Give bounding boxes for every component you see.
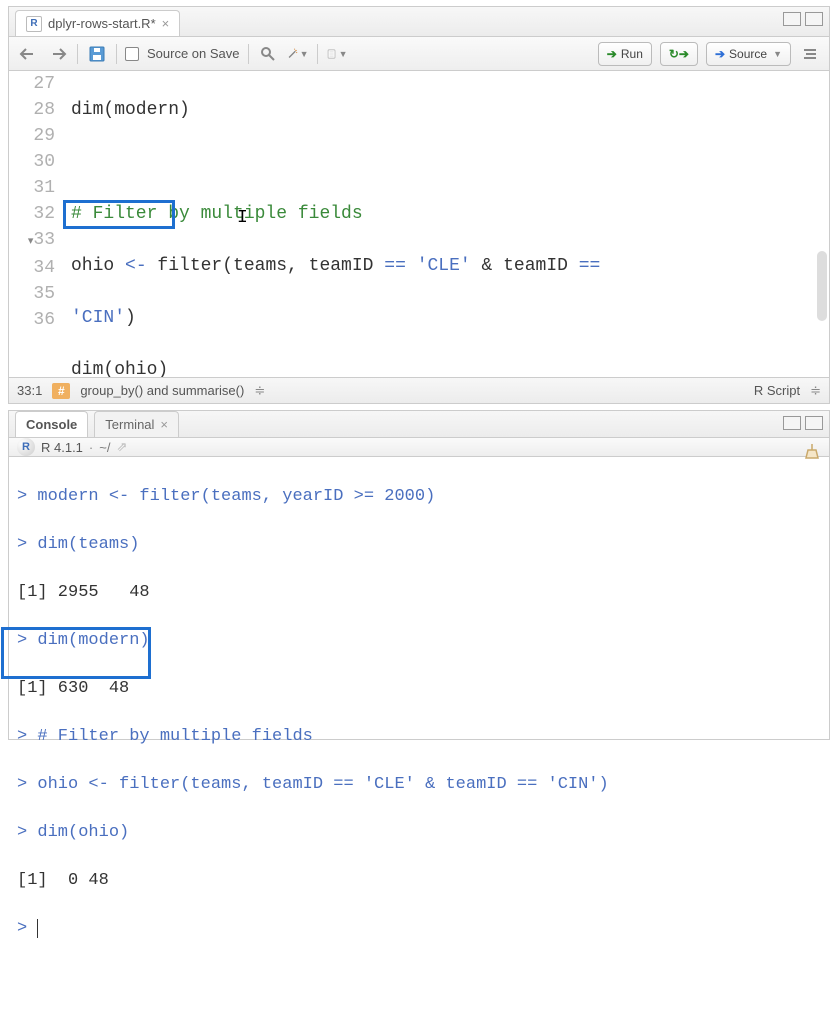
terminal-tab-label: Terminal — [105, 417, 154, 432]
terminal-tab[interactable]: Terminal × — [94, 411, 179, 437]
source-button[interactable]: ➔ Source ▼ — [706, 42, 791, 66]
share-icon[interactable]: ⇗ — [116, 439, 127, 455]
wand-icon[interactable]: ▼ — [287, 43, 309, 65]
pane-window-controls — [783, 12, 823, 26]
save-icon[interactable] — [86, 43, 108, 65]
console-info-bar: R R 4.1.1 · ~/ ⇗ — [9, 438, 829, 457]
minimize-pane-icon[interactable] — [783, 416, 801, 430]
section-badge-icon: # — [52, 383, 70, 399]
notebook-icon[interactable]: ▼ — [326, 43, 348, 65]
console-tab-bar: Console Terminal × — [9, 411, 829, 438]
working-dir[interactable]: ~/ — [99, 440, 110, 455]
section-selector-icon[interactable]: ≑ — [254, 383, 265, 399]
source-arrow-icon: ➔ — [715, 47, 725, 61]
toolbar-separator — [77, 44, 78, 64]
source-status-bar: 33:1 # group_by() and summarise() ≑ R Sc… — [9, 377, 829, 403]
run-arrow-icon: ➔ — [607, 47, 617, 61]
source-toolbar: Source on Save ▼ ▼ ➔ Run ↻➔ ➔ Source ▼ — [9, 37, 829, 71]
source-on-save-checkbox[interactable] — [125, 47, 139, 61]
outline-icon[interactable] — [799, 43, 821, 65]
code-editor[interactable]: 27 28 29 30 31 32 ▾33 34 35 36 dim(moder… — [9, 71, 829, 377]
source-on-save-label: Source on Save — [147, 46, 240, 61]
file-language[interactable]: R Script — [754, 383, 800, 398]
minimize-pane-icon[interactable] — [783, 12, 801, 26]
console-output[interactable]: > modern <- filter(teams, yearID >= 2000… — [9, 457, 829, 1017]
code-area[interactable]: dim(modern) # Filter by multiple fields … — [67, 71, 829, 377]
source-pane: R dplyr-rows-start.R* × Source on Save ▼ — [8, 6, 830, 404]
run-button[interactable]: ➔ Run — [598, 42, 652, 66]
close-tab-icon[interactable]: × — [162, 16, 170, 31]
chevron-down-icon: ▼ — [300, 49, 309, 59]
run-button-label: Run — [621, 47, 643, 61]
console-tab-label: Console — [26, 417, 77, 432]
back-icon[interactable] — [17, 43, 39, 65]
r-version: R 4.1.1 — [41, 440, 83, 455]
toolbar-separator — [248, 44, 249, 64]
close-tab-icon[interactable]: × — [160, 417, 168, 432]
forward-icon[interactable] — [47, 43, 69, 65]
source-button-label: Source — [729, 47, 767, 61]
file-tab-label: dplyr-rows-start.R* — [48, 16, 156, 31]
vertical-scrollbar[interactable] — [817, 251, 827, 321]
r-logo-icon: R — [17, 438, 35, 456]
find-icon[interactable] — [257, 43, 279, 65]
language-selector-icon[interactable]: ≑ — [810, 383, 821, 399]
source-tab-bar: R dplyr-rows-start.R* × — [9, 7, 829, 37]
section-name[interactable]: group_by() and summarise() — [80, 383, 244, 398]
chevron-down-icon: ▼ — [773, 49, 782, 59]
pane-window-controls — [783, 416, 823, 430]
maximize-pane-icon[interactable] — [805, 416, 823, 430]
console-tab[interactable]: Console — [15, 411, 88, 437]
chevron-down-icon: ▼ — [339, 49, 348, 59]
toolbar-separator — [317, 44, 318, 64]
maximize-pane-icon[interactable] — [805, 12, 823, 26]
console-pane: Console Terminal × R R 4.1.1 · ~/ ⇗ > mo… — [8, 410, 830, 740]
rerun-icon: ↻➔ — [669, 47, 689, 61]
cursor-position: 33:1 — [17, 383, 42, 398]
r-file-icon: R — [26, 16, 42, 32]
file-tab[interactable]: R dplyr-rows-start.R* × — [15, 10, 180, 36]
toolbar-separator — [116, 44, 117, 64]
rerun-button[interactable]: ↻➔ — [660, 42, 698, 66]
line-gutter: 27 28 29 30 31 32 ▾33 34 35 36 — [9, 71, 67, 377]
text-cursor: I — [237, 205, 248, 231]
